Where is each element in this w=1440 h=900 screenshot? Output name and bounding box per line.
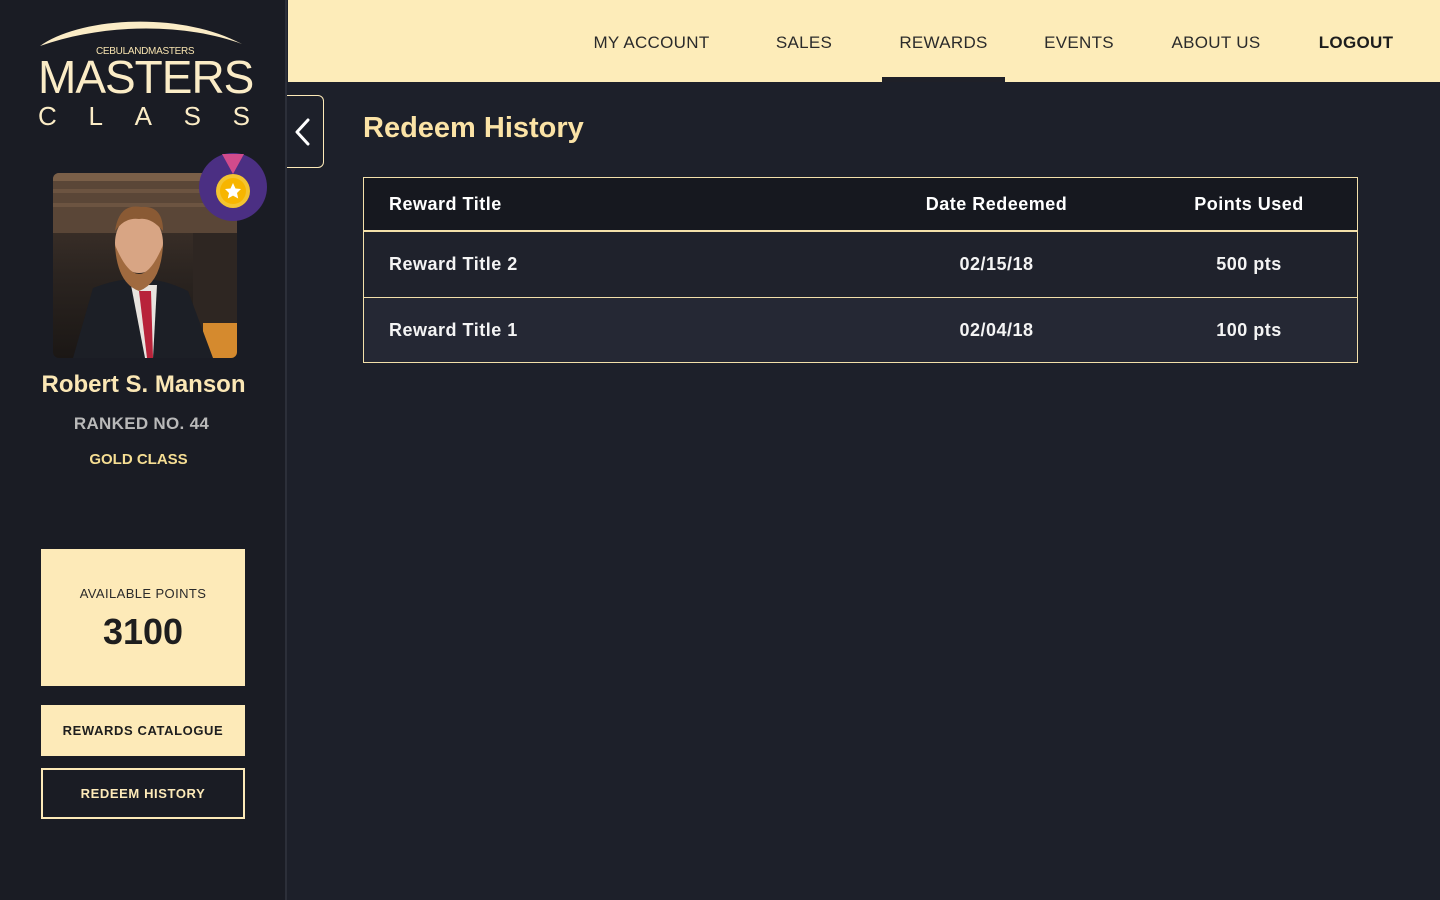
redeem-history-table: Reward Title Date Redeemed Points Used R… bbox=[363, 177, 1358, 363]
user-name: Robert S. Manson bbox=[41, 371, 246, 398]
nav-my-account[interactable]: MY ACCOUNT bbox=[578, 0, 725, 82]
row-reward-title: Reward Title 1 bbox=[389, 319, 518, 340]
header-points-used: Points Used bbox=[1194, 193, 1304, 214]
top-nav: MY ACCOUNT SALES REWARDS EVENTS ABOUT US… bbox=[288, 0, 1440, 82]
table-row[interactable]: Reward Title 1 02/04/18 100 pts bbox=[364, 297, 1357, 362]
sidebar: CEBULANDMASTERS MASTERS CLASS Robert S. … bbox=[0, 0, 287, 900]
collapse-sidebar-button[interactable] bbox=[287, 95, 324, 168]
user-class: GOLD CLASS bbox=[89, 451, 188, 468]
logo-swoosh-icon bbox=[40, 21, 242, 46]
redeem-history-button[interactable]: REDEEM HISTORY bbox=[41, 768, 245, 819]
nav-about-us[interactable]: ABOUT US bbox=[1156, 0, 1276, 82]
row-date-redeemed: 02/15/18 bbox=[959, 254, 1034, 274]
nav-logout[interactable]: LOGOUT bbox=[1306, 0, 1406, 82]
logo-title: MASTERS bbox=[38, 51, 254, 103]
points-label: AVAILABLE POINTS bbox=[79, 586, 207, 601]
row-points-used: 100 pts bbox=[1216, 319, 1282, 340]
row-date-redeemed: 02/04/18 bbox=[959, 319, 1034, 340]
nav-events[interactable]: EVENTS bbox=[1032, 0, 1126, 82]
nav-sales[interactable]: SALES bbox=[762, 0, 846, 82]
logo-subtitle: CLASS bbox=[38, 101, 250, 131]
points-value: 3100 bbox=[102, 611, 184, 652]
header-date-redeemed: Date Redeemed bbox=[925, 193, 1068, 214]
table-row[interactable]: Reward Title 2 02/15/18 500 pts bbox=[364, 232, 1357, 297]
user-rank: RANKED NO. 44 bbox=[73, 414, 210, 433]
row-reward-title: Reward Title 2 bbox=[389, 254, 518, 274]
available-points-card: AVAILABLE POINTS 3100 bbox=[41, 549, 245, 686]
page-title: Redeem History bbox=[363, 112, 584, 144]
rewards-catalogue-button[interactable]: REWARDS CATALOGUE bbox=[41, 705, 245, 756]
table-header: Reward Title Date Redeemed Points Used bbox=[364, 178, 1357, 232]
gold-star-medal-icon bbox=[199, 153, 267, 221]
chevron-left-icon bbox=[295, 118, 310, 146]
header-reward-title: Reward Title bbox=[389, 193, 502, 214]
row-points-used: 500 pts bbox=[1216, 254, 1282, 274]
masters-class-logo[interactable]: CEBULANDMASTERS MASTERS CLASS bbox=[36, 16, 254, 131]
nav-rewards[interactable]: REWARDS bbox=[882, 0, 1005, 82]
